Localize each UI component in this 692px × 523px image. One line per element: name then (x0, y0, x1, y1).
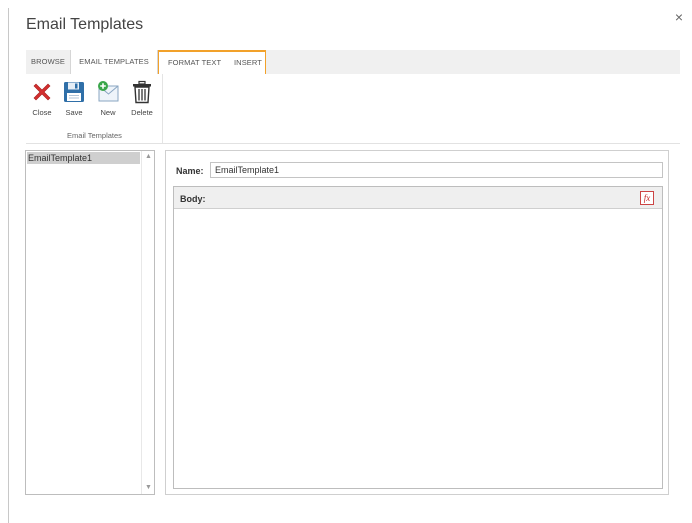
ribbon-group-email-templates: Close Save New Delete Email Templates (26, 74, 163, 143)
trash-can-icon (133, 80, 151, 104)
dialog-border (8, 8, 9, 523)
email-templates-dialog: Email Templates × BROWSE EMAIL TEMPLATES… (0, 0, 692, 523)
floppy-disk-icon (64, 82, 84, 102)
ribbon-tabstrip: BROWSE EMAIL TEMPLATES FORMAT TEXT INSER… (26, 50, 680, 75)
tab-email-templates[interactable]: EMAIL TEMPLATES (70, 50, 158, 75)
name-input[interactable] (210, 162, 663, 178)
name-label: Name: (176, 166, 204, 176)
scroll-up-icon[interactable]: ▲ (142, 152, 155, 162)
ribbon-group-label: Email Templates (67, 131, 122, 140)
close-button[interactable]: Close (28, 78, 56, 118)
close-button-label: Close (32, 108, 52, 117)
tab-insert[interactable]: INSERT (234, 52, 262, 73)
new-email-icon (98, 81, 119, 102)
template-list: EmailTemplate1 ▲ ▼ (25, 150, 155, 495)
formula-icon[interactable]: fx (640, 191, 654, 205)
delete-button[interactable]: Delete (128, 78, 156, 118)
delete-button-label: Delete (131, 108, 153, 117)
dialog-close-icon[interactable]: × (672, 10, 686, 24)
scroll-down-icon[interactable]: ▼ (142, 483, 155, 493)
ribbon: Close Save New Delete Email Templates (26, 74, 680, 144)
dialog-title: Email Templates (26, 16, 144, 33)
body-label: Body: (180, 194, 206, 204)
new-button-label: New (100, 108, 116, 117)
body-textarea[interactable] (174, 210, 662, 488)
contextual-tab-group: FORMAT TEXT INSERT (158, 50, 266, 75)
tab-format-text[interactable]: FORMAT TEXT (168, 52, 221, 73)
save-button-label: Save (65, 108, 83, 117)
close-x-icon (33, 83, 51, 101)
body-header: Body: fx (174, 187, 662, 209)
tab-browse[interactable]: BROWSE (26, 50, 70, 74)
body-editor: Body: fx (173, 186, 663, 489)
template-editor: Name: Body: fx (165, 150, 669, 495)
list-scrollbar[interactable]: ▲ ▼ (141, 151, 154, 494)
list-item[interactable]: EmailTemplate1 (27, 152, 140, 164)
save-button[interactable]: Save (60, 78, 88, 118)
new-button[interactable]: New (94, 78, 122, 118)
